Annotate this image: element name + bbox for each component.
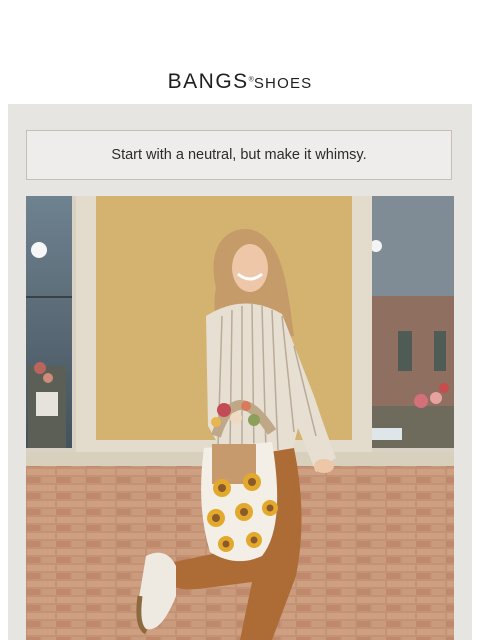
tagline-text: Start with a neutral, but make it whimsy…	[111, 147, 367, 163]
hero-illustration	[26, 196, 454, 640]
hero-image[interactable]	[26, 196, 454, 640]
bangs-shoes-logo[interactable]: BANGS®SHOES	[0, 70, 480, 94]
tagline-banner: Start with a neutral, but make it whimsy…	[26, 130, 452, 180]
logo-brand-text: BANGS	[167, 70, 249, 93]
logo-sub-text: SHOES	[253, 75, 313, 92]
content-panel: Start with a neutral, but make it whimsy…	[8, 104, 472, 640]
